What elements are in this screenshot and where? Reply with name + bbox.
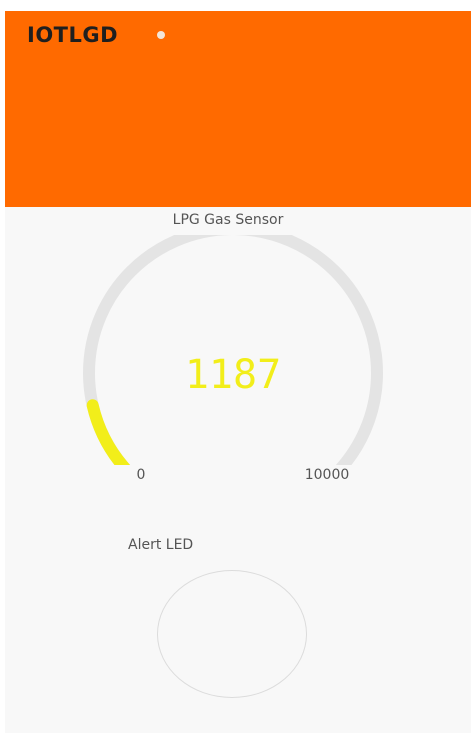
app-header: IOTLGD — [5, 11, 471, 207]
gauge-track — [83, 235, 383, 465]
connection-status-dot — [157, 31, 165, 39]
gauge-value: 1187 — [184, 352, 282, 398]
app-title: IOTLGD — [27, 23, 119, 47]
alert-led-label: Alert LED — [128, 537, 194, 553]
dashboard-screen: IOTLGD LPG Gas Sensor 1187 0 10000 Alert… — [0, 0, 474, 733]
gauge-fill — [86, 399, 131, 465]
alert-led-indicator — [157, 570, 307, 698]
gauge-min-label: 0 — [136, 467, 146, 483]
gauge-max-label: 10000 — [304, 467, 350, 483]
gauge-label: LPG Gas Sensor — [172, 212, 284, 228]
gas-sensor-gauge — [83, 235, 383, 465]
